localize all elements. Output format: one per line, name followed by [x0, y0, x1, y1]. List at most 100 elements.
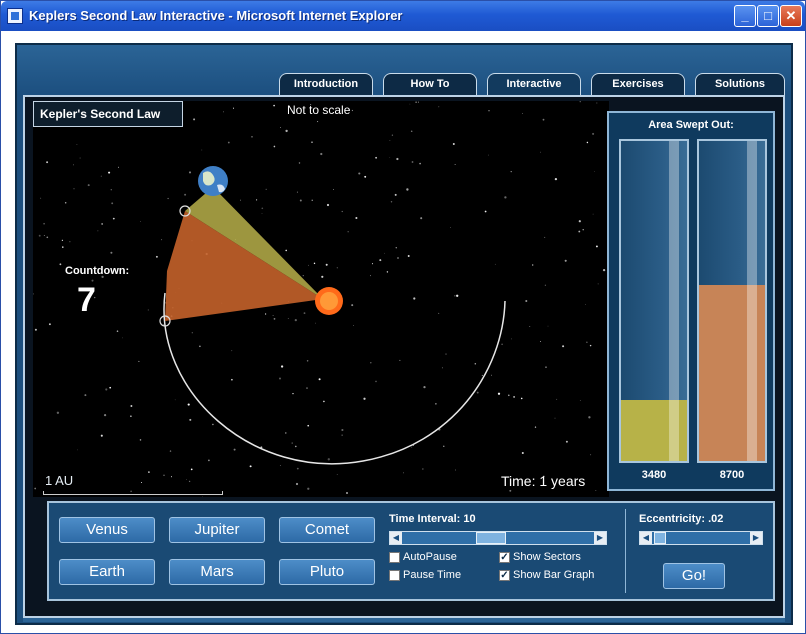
star [108, 171, 111, 174]
star [231, 378, 233, 381]
countdown-label: Countdown: [65, 265, 130, 277]
checkbox-label: AutoPause [403, 551, 457, 563]
star [364, 175, 367, 178]
star [110, 188, 113, 191]
tab-introduction[interactable]: Introduction [279, 73, 373, 95]
star [513, 395, 516, 398]
simulation-canvas[interactable]: Kepler's Second Law Not to scale Countdo… [33, 101, 609, 497]
checkbox-box[interactable]: ✓ [499, 569, 510, 581]
star [285, 129, 288, 133]
pause-time-checkbox[interactable]: Pause Time [389, 569, 461, 581]
jupiter-button[interactable]: Jupiter [169, 517, 265, 543]
comet-button[interactable]: Comet [279, 517, 375, 543]
star [386, 271, 389, 273]
checkbox-box[interactable] [389, 569, 400, 581]
star [487, 154, 489, 156]
star [61, 239, 64, 241]
star [169, 450, 172, 452]
star [602, 268, 606, 272]
star [420, 217, 423, 220]
minimize-button[interactable]: _ [734, 5, 756, 27]
time-interval-slider[interactable]: ◀ ▶ [389, 531, 607, 545]
star [341, 428, 344, 432]
star [223, 111, 224, 113]
star [110, 251, 113, 254]
tube-glare [669, 141, 679, 461]
maximize-button[interactable]: □ [757, 5, 779, 27]
area-graph-panel: Area Swept Out: 3480 8700 [607, 111, 775, 491]
star [450, 227, 451, 229]
app-frame: Introduction How To Interactive Exercise… [15, 43, 793, 625]
star [586, 141, 589, 144]
bar-tube-left [619, 139, 689, 463]
star [508, 394, 510, 397]
star [321, 275, 324, 278]
star [327, 458, 330, 461]
star [389, 140, 391, 141]
star [389, 157, 391, 158]
star [590, 454, 592, 456]
earth-button[interactable]: Earth [59, 559, 155, 585]
star [391, 134, 394, 136]
checkbox-label: Show Bar Graph [513, 569, 595, 581]
star [295, 482, 299, 486]
star [341, 210, 343, 213]
tab-exercises[interactable]: Exercises [591, 73, 685, 95]
show-bar-graph-checkbox[interactable]: ✓ Show Bar Graph [499, 569, 594, 581]
tab-interactive[interactable]: Interactive [487, 73, 581, 95]
tab-solutions[interactable]: Solutions [695, 73, 785, 95]
go-button[interactable]: Go! [663, 563, 725, 589]
star [406, 188, 409, 191]
star [529, 325, 531, 328]
browser-window: Keplers Second Law Interactive - Microso… [0, 0, 806, 634]
star [130, 405, 133, 407]
star [491, 374, 492, 376]
show-sectors-checkbox[interactable]: ✓ Show Sectors [499, 551, 581, 563]
star [187, 403, 190, 406]
slider-left-arrow-icon[interactable]: ◀ [390, 532, 402, 544]
star [97, 230, 99, 232]
star [522, 112, 523, 114]
star [190, 468, 193, 471]
window-title: Keplers Second Law Interactive - Microso… [29, 8, 403, 23]
bar-tube-right [697, 139, 767, 463]
star [43, 235, 45, 237]
tab-how-to[interactable]: How To [383, 73, 477, 95]
slider-right-arrow-icon[interactable]: ▶ [750, 532, 762, 544]
venus-button[interactable]: Venus [59, 517, 155, 543]
star [140, 481, 143, 484]
title-bar[interactable]: Keplers Second Law Interactive - Microso… [1, 1, 805, 31]
star [521, 451, 524, 455]
star [539, 341, 541, 343]
star [455, 469, 456, 471]
star [48, 323, 51, 326]
eccentricity-slider[interactable]: ◀ ▶ [639, 531, 763, 545]
bar-value-left: 3480 [641, 469, 667, 481]
star [122, 337, 123, 339]
pluto-button[interactable]: Pluto [279, 559, 375, 585]
close-button[interactable]: ✕ [780, 5, 802, 27]
slider-left-arrow-icon[interactable]: ◀ [640, 532, 652, 544]
star [384, 252, 385, 254]
star [272, 314, 274, 317]
slider-right-arrow-icon[interactable]: ▶ [594, 532, 606, 544]
star [64, 201, 67, 204]
star [232, 107, 235, 109]
slider-thumb[interactable] [653, 532, 666, 544]
autopause-checkbox[interactable]: AutoPause [389, 551, 457, 563]
star [403, 472, 404, 474]
mars-button[interactable]: Mars [169, 559, 265, 585]
ie-page-icon [7, 8, 23, 24]
star [313, 262, 316, 265]
star [370, 361, 372, 364]
star [251, 136, 253, 138]
checkbox-box[interactable] [389, 551, 400, 563]
star [592, 132, 595, 135]
star [307, 424, 310, 427]
star [265, 188, 267, 191]
checkbox-box[interactable]: ✓ [499, 551, 510, 563]
star [407, 255, 410, 257]
scale-note: Not to scale [287, 103, 351, 117]
slider-thumb[interactable] [475, 532, 506, 544]
sim-heading: Kepler's Second Law [33, 101, 183, 127]
